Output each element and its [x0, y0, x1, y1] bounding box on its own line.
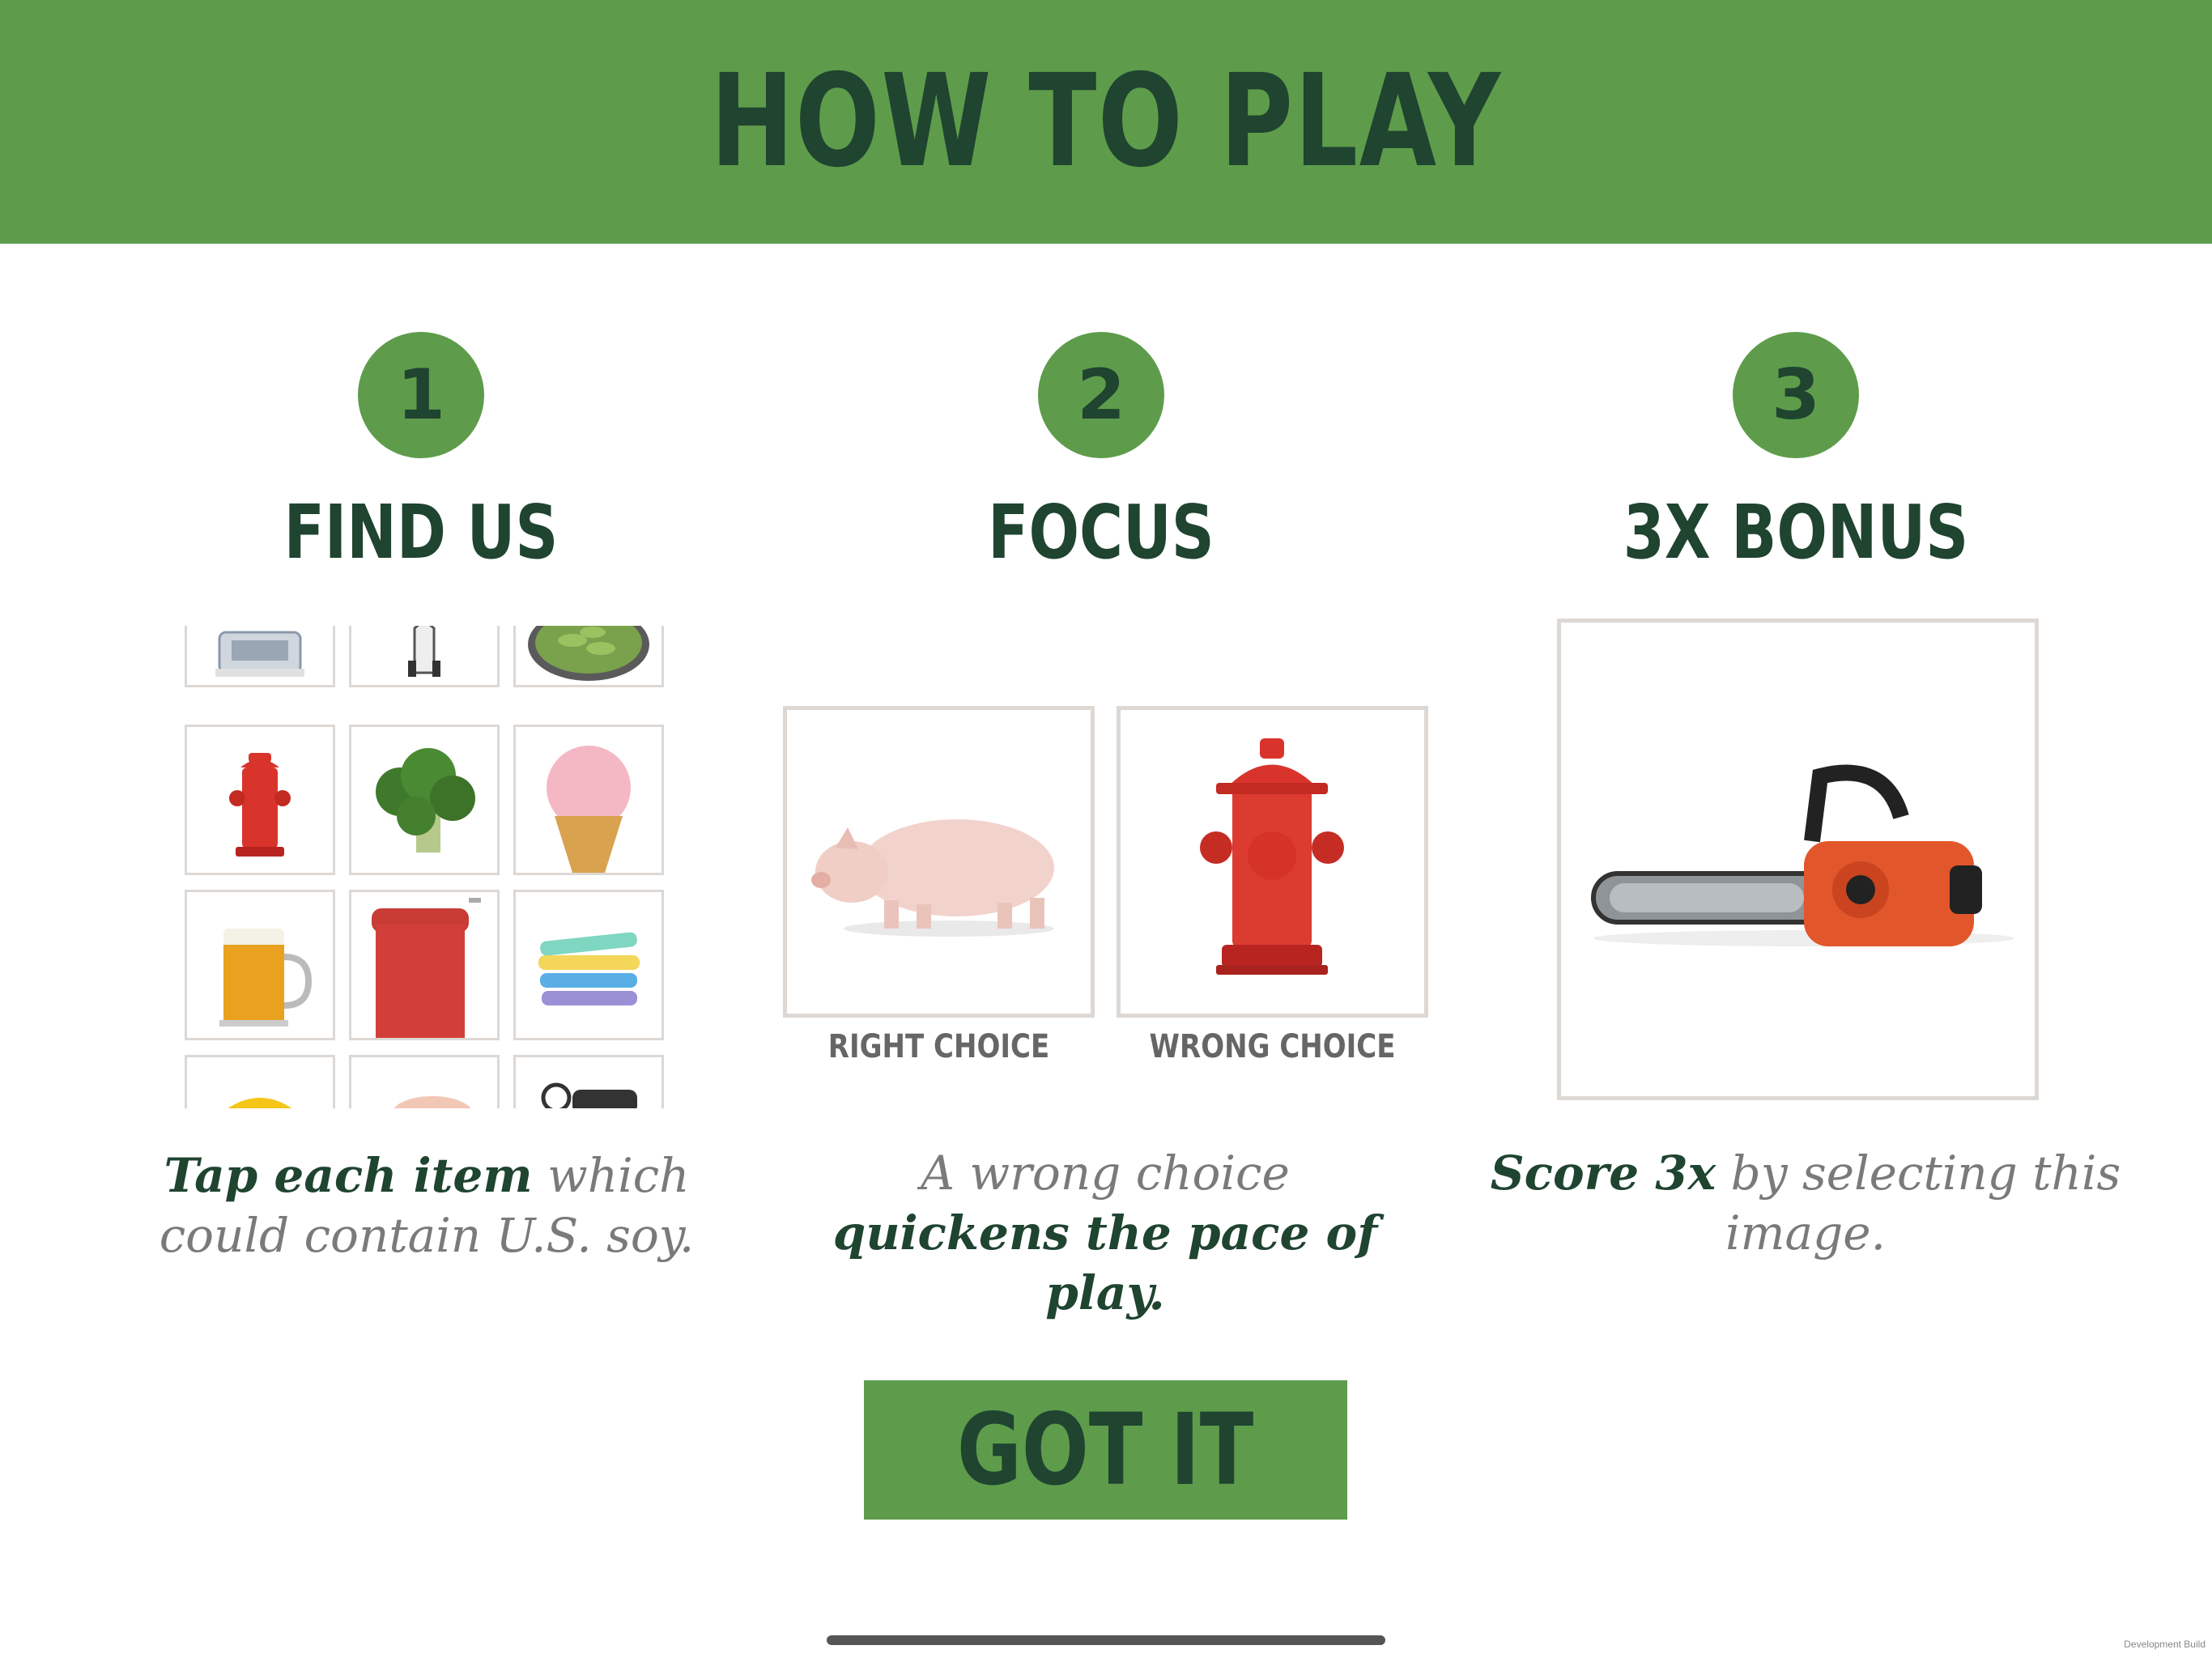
step-3-description-rest: by selecting this image.	[1716, 1146, 2121, 1261]
bonus-image	[1557, 619, 2039, 1100]
wrong-choice-image	[1117, 706, 1428, 1018]
step-2-description: A wrong choice quickens the pace of play…	[773, 1143, 1437, 1323]
right-choice-image	[783, 706, 1095, 1018]
ice-cream-icon	[547, 746, 631, 873]
paint-tile	[349, 890, 500, 1040]
ice-cream-tile	[513, 725, 664, 875]
step-1-number: 1	[358, 332, 484, 458]
step-3-number: 3	[1733, 332, 1859, 458]
space-shuttle-icon	[408, 626, 440, 677]
step-2-description-bold: quickens the pace of play.	[832, 1205, 1378, 1320]
step-2-number: 2	[1038, 332, 1164, 458]
step-3-description: Score 3x by selecting this image.	[1474, 1143, 2138, 1263]
soap-icon	[393, 1096, 471, 1108]
item-grid	[185, 626, 666, 1108]
edamame-icon	[528, 626, 649, 681]
step-1-description: Tap each item which could contain U.S. s…	[95, 1146, 759, 1265]
hydrant-tile	[185, 725, 335, 875]
pig-icon	[811, 819, 1054, 937]
truck-tile	[185, 626, 335, 687]
keys-tile	[513, 1055, 664, 1108]
step-1-title: FIND US	[283, 489, 559, 576]
step-3-description-bold: Score 3x	[1490, 1146, 1716, 1201]
shuttle-tile	[349, 626, 500, 687]
page-title: HOW TO PLAY	[710, 47, 1502, 196]
edamame-tile	[513, 626, 664, 687]
got-it-button[interactable]: GOT IT	[864, 1380, 1347, 1520]
car-keys-icon	[541, 1082, 637, 1108]
fire-hydrant-icon	[229, 753, 291, 857]
step-2-title: FOCUS	[988, 489, 1214, 576]
chalk-icon	[538, 932, 640, 1005]
home-indicator[interactable]	[827, 1635, 1385, 1645]
fire-hydrant-icon	[1200, 738, 1344, 975]
header-bar: HOW TO PLAY	[0, 0, 2212, 244]
soap-tile	[349, 1055, 500, 1108]
chalk-tile	[513, 890, 664, 1040]
broccoli-tile	[349, 725, 500, 875]
step-2-description-line1: A wrong choice	[921, 1146, 1290, 1201]
broccoli-icon	[376, 748, 475, 852]
got-it-button-label: GOT IT	[957, 1392, 1254, 1507]
chainsaw-icon	[1591, 764, 2014, 946]
step-1-description-bold: Tap each item	[164, 1148, 533, 1203]
step-3-title: 3X BONUS	[1623, 489, 1969, 576]
watermark: Development Build	[2124, 1639, 2206, 1650]
right-choice-label: RIGHT CHOICE	[827, 1028, 1050, 1065]
hard-hat-tile	[185, 1055, 335, 1108]
beer-tile	[185, 890, 335, 1040]
hard-hat-icon	[228, 1098, 292, 1108]
wrong-choice-label: WRONG CHOICE	[1149, 1028, 1396, 1065]
paint-roller-icon	[372, 898, 481, 1038]
beer-icon	[219, 929, 313, 1027]
truck-icon	[215, 631, 304, 677]
